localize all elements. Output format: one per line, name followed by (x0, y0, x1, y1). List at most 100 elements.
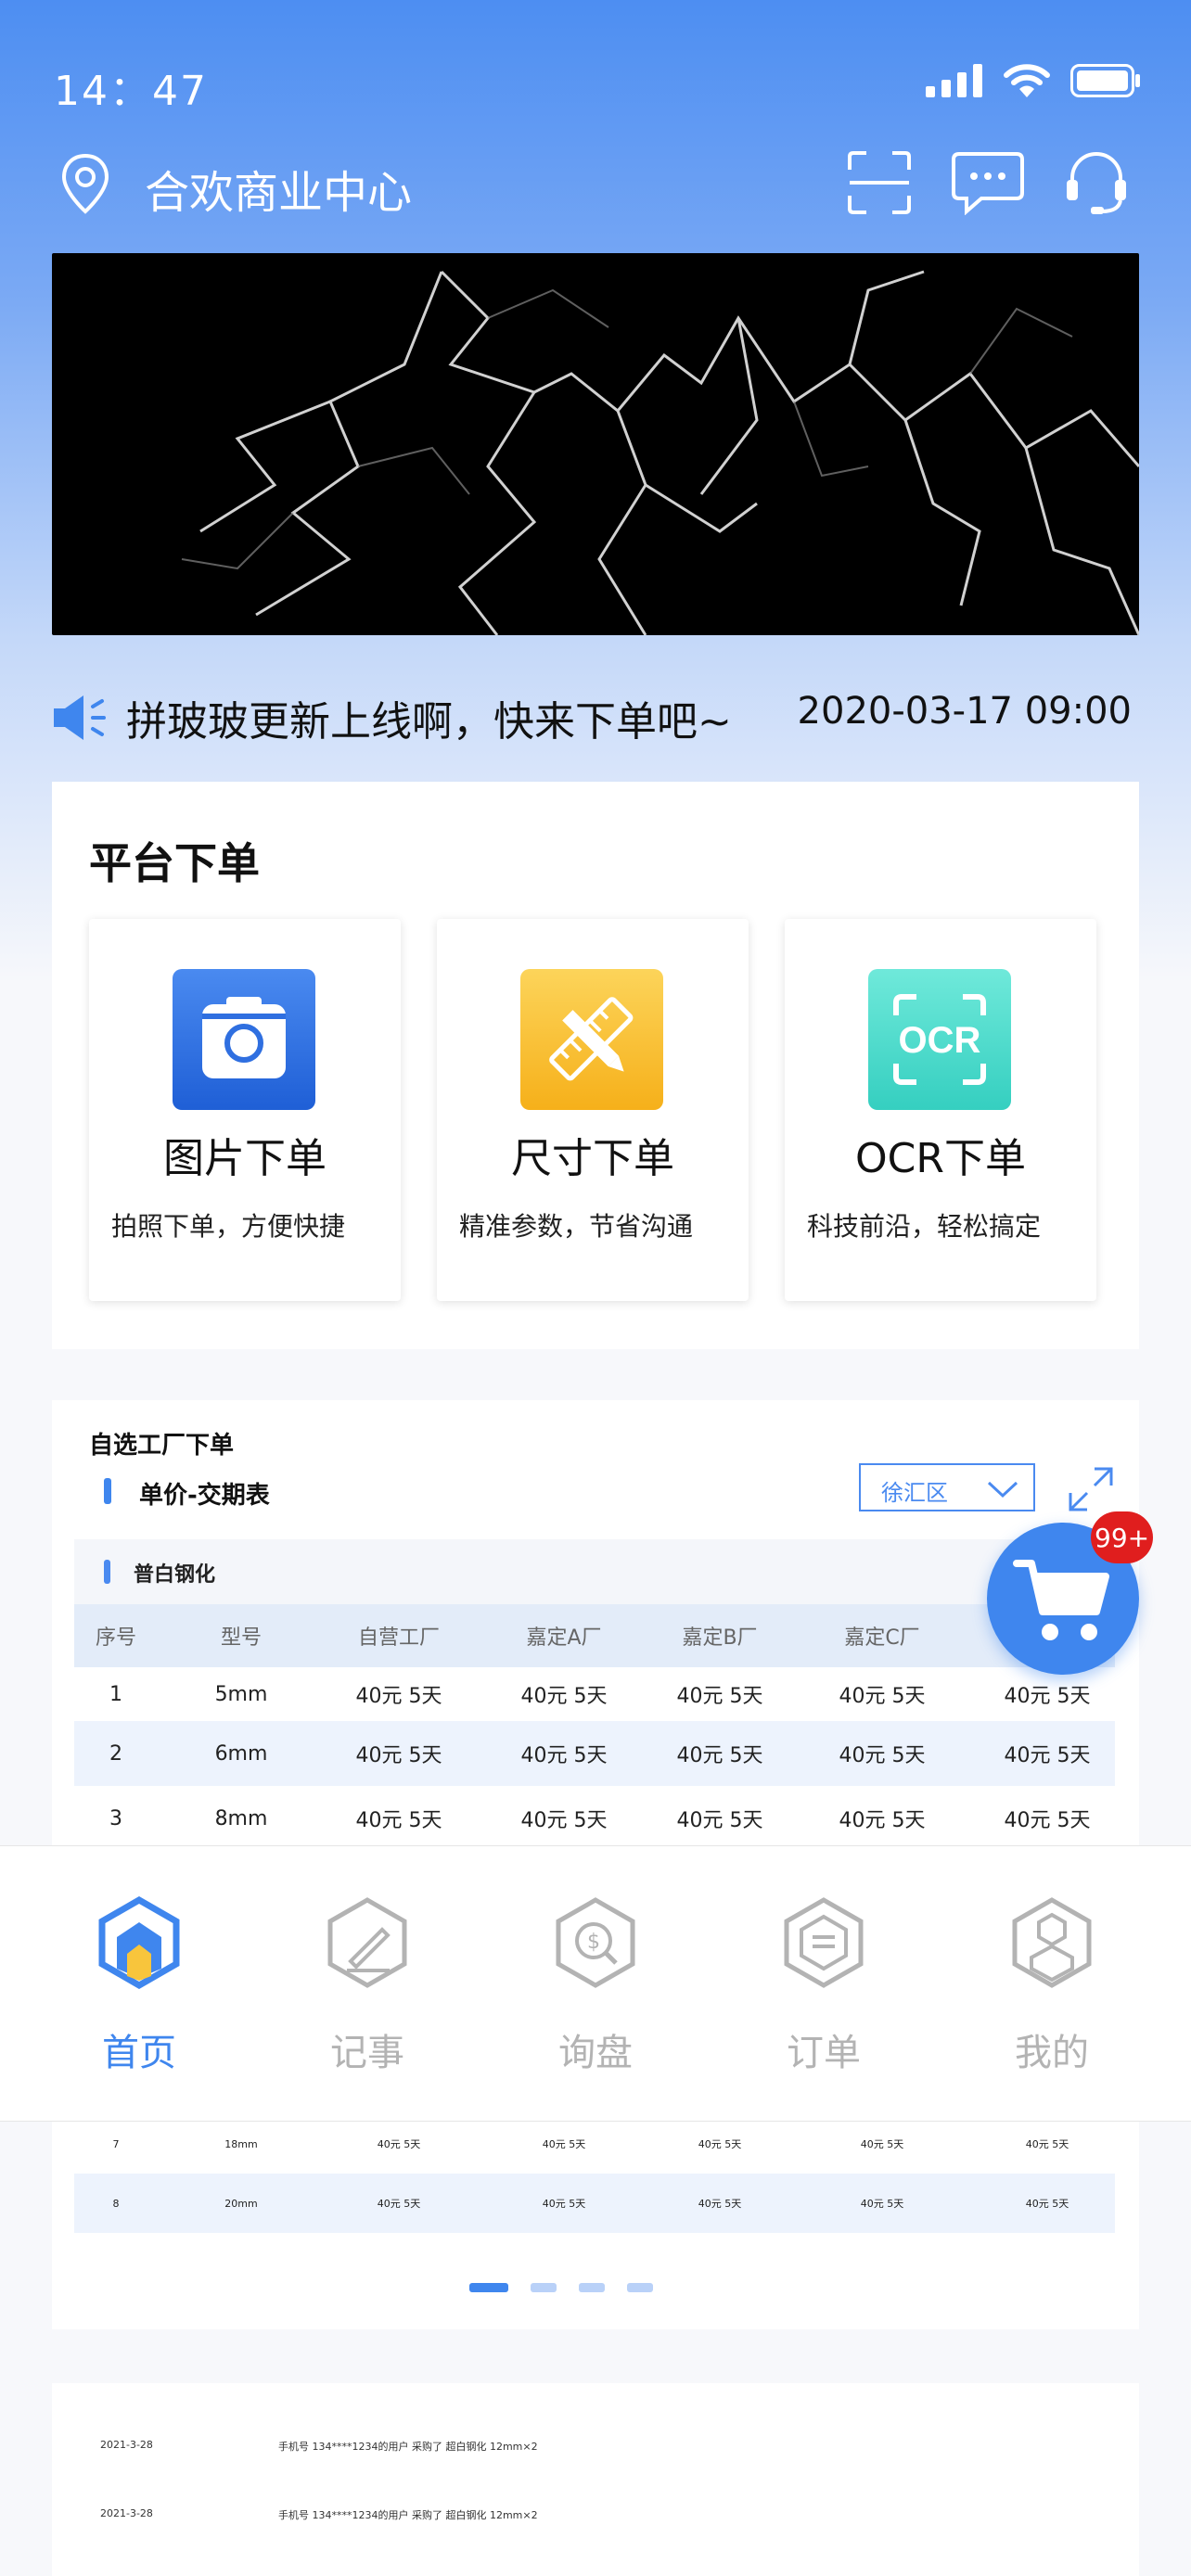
feed-item: 2021-3-28 手机号 134****1234的用户 采购了 超白钢化 12… (100, 2439, 538, 2453)
tab-orders[interactable]: 订单 (705, 1846, 942, 2121)
svg-text:OCR: OCR (899, 1020, 981, 1061)
ocr-scan-icon: OCR (868, 969, 1011, 1110)
table-cell: 2 (109, 1741, 122, 1766)
banner-image[interactable] (52, 253, 1139, 635)
table-cell: 40元 5天 (377, 2198, 421, 2210)
order-hex-icon (784, 1897, 864, 1988)
expand-icon[interactable] (1067, 1465, 1115, 1513)
shopping-cart-icon (1013, 1560, 1109, 1640)
page-dot[interactable] (627, 2283, 653, 2292)
feed-date: 2021-3-28 (100, 2439, 153, 2451)
tab-orders-label: 订单 (787, 2032, 861, 2074)
table-cell: 8 (112, 2197, 120, 2210)
table-row[interactable]: 2 6mm 40元 5天 40元 5天 40元 5天 40元 5天 40元 5天 (74, 1721, 1115, 1786)
table-cell: 40元 5天 (355, 1685, 442, 1708)
district-select[interactable]: 徐汇区 (859, 1463, 1035, 1511)
table-cell: 40元 5天 (377, 2138, 421, 2150)
column-header: 嘉定C厂 (844, 1626, 920, 1650)
announcement-text[interactable]: 拼玻玻更新上线啊，快来下单吧~ (126, 688, 732, 747)
district-select-value: 徐汇区 (881, 1480, 948, 1506)
table-cell: 40元 5天 (520, 1685, 608, 1708)
purchase-feed-card: 2021-3-28 手机号 134****1234的用户 采购了 超白钢化 12… (52, 2383, 1139, 2576)
note-hex-icon (327, 1897, 407, 1988)
tab-profile[interactable]: 我的 (933, 1846, 1171, 2121)
camera-icon (173, 969, 315, 1110)
table-cell: 8mm (214, 1806, 268, 1830)
cellular-signal-icon (926, 64, 982, 97)
system-icons (926, 63, 1141, 98)
size-order-tile[interactable]: 尺寸下单 精准参数，节省沟通 (437, 919, 749, 1301)
table-cell: 40元 5天 (676, 1685, 763, 1708)
table-cell: 5mm (214, 1682, 268, 1706)
photo-order-tile[interactable]: 图片下单 拍照下单，方便快捷 (89, 919, 401, 1301)
table-cell: 40元 5天 (542, 2198, 586, 2210)
table-cell: 40元 5天 (1004, 1685, 1091, 1708)
feed-date: 2021-3-28 (100, 2507, 153, 2519)
ocr-order-desc: 科技前沿，轻松搞定 (807, 1211, 1042, 1242)
table-row[interactable]: 7 18mm 40元 5天 40元 5天 40元 5天 40元 5天 40元 5天 (74, 2114, 1115, 2174)
table-row[interactable]: 3 8mm 40元 5天 40元 5天 40元 5天 40元 5天 40元 5天 (74, 1786, 1115, 1851)
table-cell: 20mm (224, 2197, 258, 2210)
table-cell: 40元 5天 (839, 1809, 926, 1832)
photo-order-desc: 拍照下单，方便快捷 (111, 1211, 346, 1242)
tab-inquiry[interactable]: $ 询盘 (477, 1846, 714, 2121)
status-time: 14：47 (54, 68, 208, 115)
page-indicator[interactable] (469, 2283, 653, 2292)
column-header: 型号 (220, 1626, 262, 1650)
table-row[interactable]: 8 20mm 40元 5天 40元 5天 40元 5天 40元 5天 40元 5天 (74, 2174, 1115, 2233)
factory-order-title: 自选工厂下单 (89, 1432, 235, 1460)
table-cell: 40元 5天 (860, 2198, 904, 2210)
table-cell: 40元 5天 (520, 1809, 608, 1832)
page-dot[interactable] (579, 2283, 605, 2292)
announcement-time: 2020-03-17 09:00 (797, 690, 1132, 733)
table-cell: 40元 5天 (698, 2138, 742, 2150)
location-name[interactable]: 合欢商业中心 (145, 156, 412, 221)
scan-icon[interactable] (846, 149, 913, 216)
photo-order-title: 图片下单 (163, 1135, 327, 1182)
page-dot-active[interactable] (469, 2283, 508, 2292)
platform-order-title: 平台下单 (89, 838, 260, 888)
table-cell: 40元 5天 (676, 1809, 763, 1832)
customer-service-icon[interactable] (1063, 148, 1130, 217)
column-header: 嘉定A厂 (526, 1626, 602, 1650)
price-table-lower: 7 18mm 40元 5天 40元 5天 40元 5天 40元 5天 40元 5天 8 20mm… (74, 2114, 1115, 2233)
table-cell: 40元 5天 (355, 1809, 442, 1832)
price-delivery-subtitle: 单价-交期表 (139, 1482, 270, 1510)
ruler-pencil-icon (520, 969, 663, 1110)
table-cell: 7 (112, 2137, 120, 2150)
feed-text: 手机号 134****1234的用户 采购了 超白钢化 12mm×2 (278, 2509, 538, 2521)
table-cell: 40元 5天 (1025, 2138, 1069, 2150)
location-pin-icon[interactable] (59, 152, 111, 217)
message-icon[interactable] (950, 150, 1026, 215)
tab-notes[interactable]: 记事 (249, 1846, 486, 2121)
table-row[interactable]: 1 5mm 40元 5天 40元 5天 40元 5天 40元 5天 40元 5天 (74, 1667, 1115, 1721)
chevron-down-icon (987, 1481, 1018, 1498)
table-cell: 18mm (224, 2137, 258, 2150)
price-table: 普白钢化 序号 型号 自营工厂 嘉定A厂 嘉定B厂 嘉定C厂 1 5mm 40元 5… (74, 1539, 1115, 1851)
subtitle-accent-bar (104, 1478, 111, 1504)
svg-text:$: $ (587, 1931, 600, 1954)
tab-home-label: 首页 (102, 2032, 176, 2074)
tab-home[interactable]: 首页 (20, 1846, 258, 2121)
table-cell: 40元 5天 (860, 2138, 904, 2150)
profile-hex-icon (1012, 1897, 1092, 1988)
column-header: 序号 (95, 1626, 136, 1650)
feed-text: 手机号 134****1234的用户 采购了 超白钢化 12mm×2 (278, 2441, 538, 2453)
column-header: 自营工厂 (357, 1626, 440, 1650)
page-dot[interactable] (531, 2283, 557, 2292)
section-accent-bar (104, 1560, 110, 1584)
ocr-order-title: OCR下单 (855, 1135, 1026, 1182)
table-cell: 40元 5天 (520, 1744, 608, 1767)
table-cell: 40元 5天 (1025, 2198, 1069, 2210)
table-cell: 40元 5天 (676, 1744, 763, 1767)
ocr-order-tile[interactable]: OCR OCR下单 科技前沿，轻松搞定 (785, 919, 1096, 1301)
table-cell: 40元 5天 (698, 2198, 742, 2210)
table-cell: 40元 5天 (1004, 1744, 1091, 1767)
inquiry-hex-icon: $ (556, 1897, 635, 1988)
table-cell: 40元 5天 (542, 2138, 586, 2150)
bottom-tab-bar: 首页 记事 $ 询盘 订单 我的 (0, 1845, 1191, 2122)
tab-inquiry-label: 询盘 (558, 2032, 633, 2074)
table-section-label: 普白钢化 (134, 1563, 216, 1587)
platform-order-card: 平台下单 图片下单 拍照下单，方便快捷 尺寸下单 精准参数，节省沟通 OCR O… (52, 782, 1139, 1349)
table-cell: 40元 5天 (839, 1744, 926, 1767)
